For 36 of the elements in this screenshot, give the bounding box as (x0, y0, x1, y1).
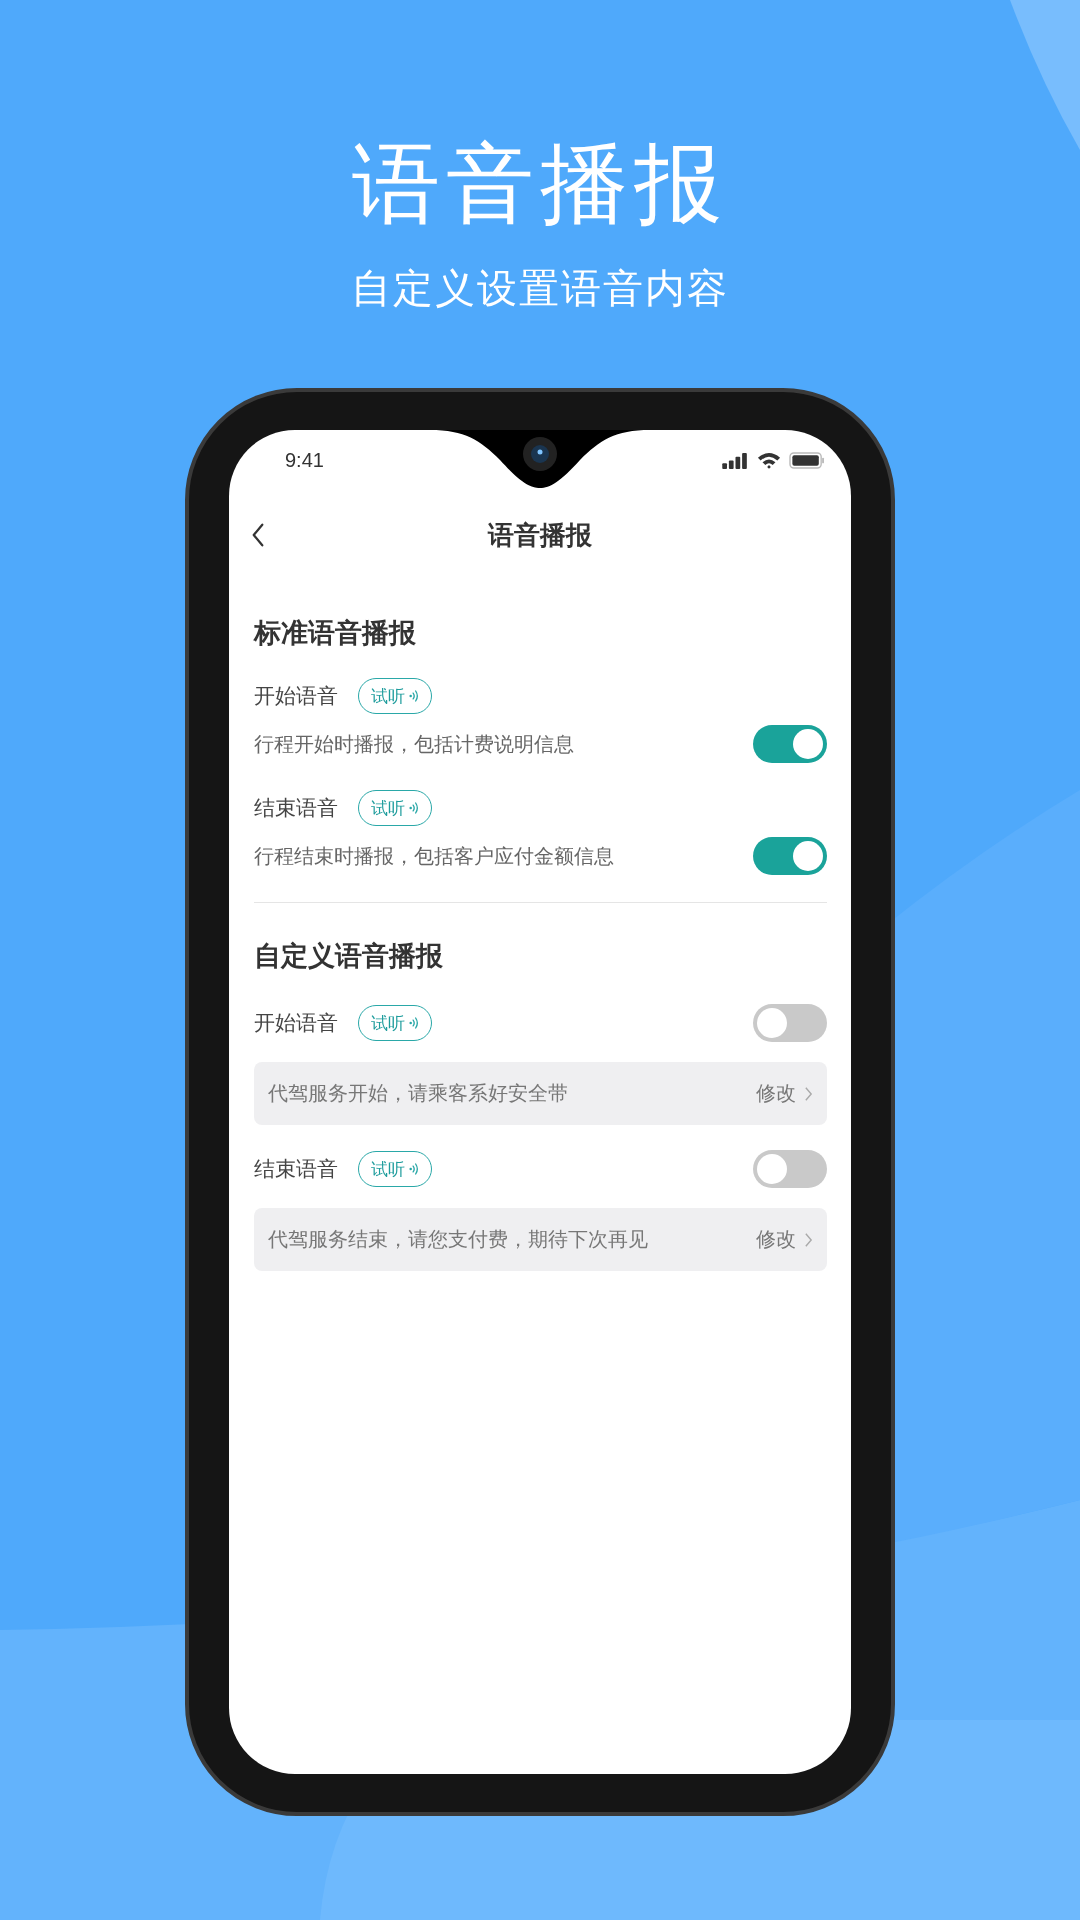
subtitle: 自定义设置语音内容 (351, 264, 729, 313)
preview-button[interactable]: 试听 (358, 678, 432, 714)
status-time: 9:41 (285, 448, 324, 472)
section-title: 标准语音播报 (254, 616, 417, 650)
sound-icon (409, 689, 419, 703)
item-label: 开始语音 (254, 1010, 338, 1037)
sound-icon (409, 1016, 419, 1030)
item-label: 结束语音 (254, 795, 338, 822)
section-title: 自定义语音播报 (254, 939, 444, 973)
item-description: 行程结束时播报，包括客户应付金额信息 (254, 842, 614, 870)
toggle-switch[interactable] (753, 1150, 827, 1188)
battery-icon (789, 451, 825, 469)
item-label: 结束语音 (254, 1156, 338, 1183)
preview-button[interactable]: 试听 (358, 790, 432, 826)
toggle-switch[interactable] (753, 725, 827, 763)
toggle-switch[interactable] (753, 1004, 827, 1042)
headline: 语音播报 (352, 134, 728, 234)
sound-icon (409, 1162, 419, 1176)
sound-icon (409, 801, 419, 815)
item-label: 开始语音 (254, 683, 338, 710)
message-box[interactable]: 代驾服务开始，请乘客系好安全带 修改 (254, 1062, 827, 1125)
chevron-icon (804, 1231, 813, 1248)
edit-link[interactable]: 修改 (756, 1226, 796, 1253)
preview-button[interactable]: 试听 (358, 1151, 432, 1187)
back-icon[interactable] (251, 523, 265, 547)
toggle-switch[interactable] (753, 837, 827, 875)
wifi-icon (757, 451, 781, 469)
nav-title: 语音播报 (488, 518, 592, 552)
message-box[interactable]: 代驾服务结束，请您支付费，期待下次再见 修改 (254, 1208, 827, 1271)
message-text: 代驾服务结束，请您支付费，期待下次再见 (268, 1226, 649, 1253)
message-text: 代驾服务开始，请乘客系好安全带 (268, 1080, 569, 1107)
preview-button[interactable]: 试听 (358, 1005, 432, 1041)
item-description: 行程开始时播报，包括计费说明信息 (254, 730, 574, 758)
signal-icon (722, 451, 749, 469)
chevron-icon (804, 1085, 813, 1102)
edit-link[interactable]: 修改 (756, 1080, 796, 1107)
